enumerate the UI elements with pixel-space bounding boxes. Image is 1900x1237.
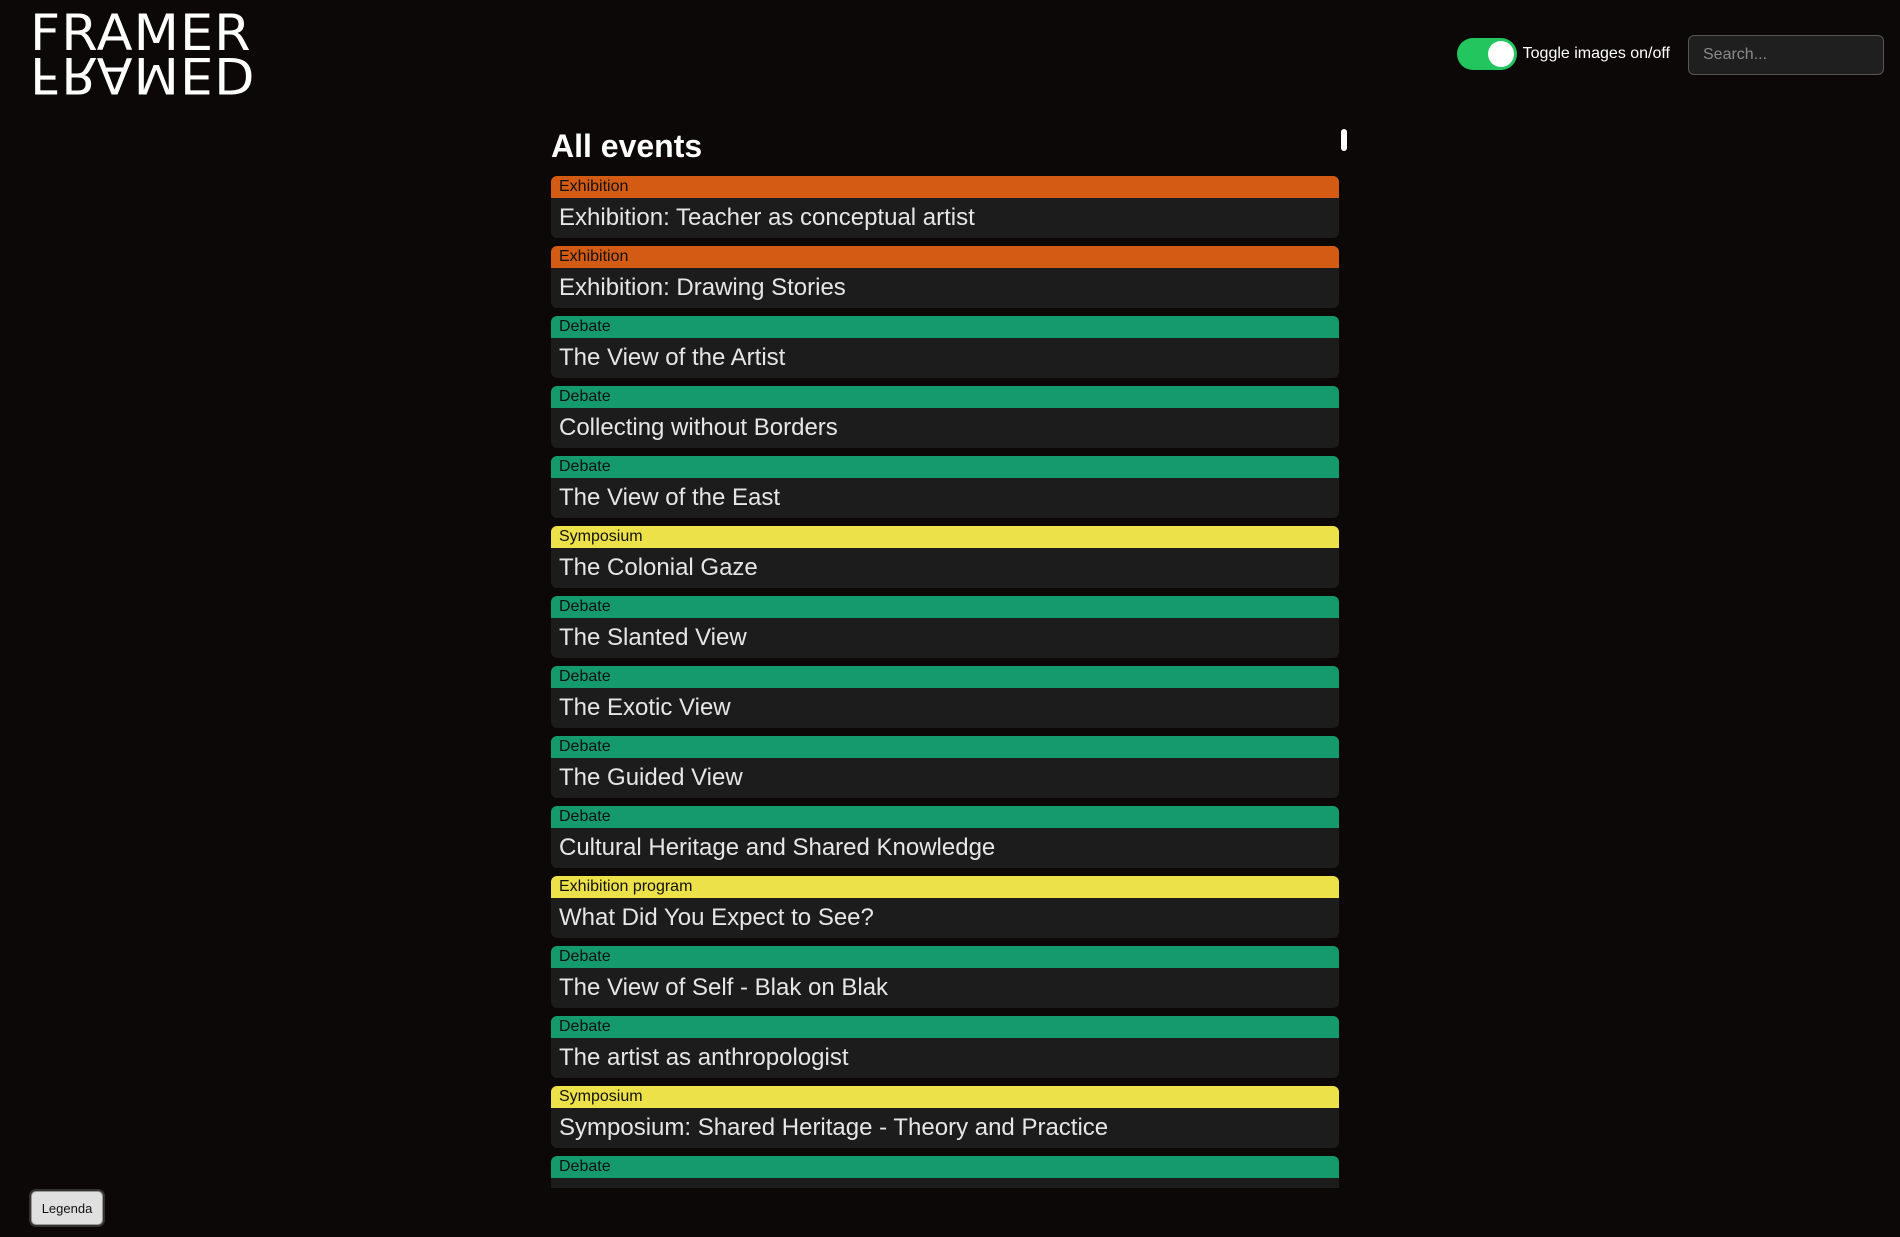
event-category-label: Debate [551,456,1339,478]
event-title: Exhibition: Teacher as conceptual artist [559,204,975,231]
event-item[interactable]: Debate The Guided View [551,736,1339,798]
event-item[interactable]: Debate [551,1156,1339,1188]
scrollbar-thumb[interactable] [1341,129,1347,151]
toggle-images-label: Toggle images on/off [1522,45,1670,62]
event-item[interactable]: Exhibition Exhibition: Drawing Stories [551,246,1339,308]
event-item[interactable]: Exhibition program What Did You Expect to… [551,876,1339,938]
event-item[interactable]: Symposium Symposium: Shared Heritage - Th… [551,1086,1339,1148]
event-item[interactable]: Debate Collecting without Borders [551,386,1339,448]
events-panel: All events Exhibition Exhibition: Teacher… [551,120,1341,1188]
event-category-label: Debate [551,806,1339,828]
event-item[interactable]: Debate The View of Self - Blak on Blak [551,946,1339,1008]
event-category-label: Debate [551,386,1339,408]
legenda-button[interactable]: Legenda [31,1191,103,1225]
page-title: All events [551,128,703,164]
event-category-label: Symposium [551,1086,1339,1108]
event-category-label: Debate [551,666,1339,688]
event-category-label: Exhibition program [551,876,1339,898]
event-category-label: Exhibition [551,176,1339,198]
event-item[interactable]: Debate The artist as anthropologist [551,1016,1339,1078]
event-category-label: Debate [551,1156,1339,1178]
logo-text-framed-mirrored: FRAMED [30,46,256,104]
image-toggle-group: Toggle images on/off [1456,38,1670,70]
event-item[interactable]: Exhibition Exhibition: Teacher as concept… [551,176,1339,238]
event-title: Exhibition: Drawing Stories [559,274,846,301]
event-title: The View of the Artist [559,344,786,371]
event-title: The Guided View [559,764,743,791]
event-title [551,1178,1339,1188]
event-item[interactable]: Debate The Slanted View [551,596,1339,658]
toggle-knob [1487,41,1514,67]
event-title: The View of the East [559,484,781,511]
event-title: Cultural Heritage and Shared Knowledge [559,834,996,861]
event-item[interactable]: Debate The Exotic View [551,666,1339,728]
event-title: The Slanted View [559,624,747,651]
search-input[interactable] [1688,35,1884,75]
event-title: What Did You Expect to See? [559,904,874,931]
images-toggle-switch[interactable] [1456,38,1517,70]
event-category-label: Debate [551,1016,1339,1038]
event-category-label: Debate [551,736,1339,758]
event-title: The Exotic View [559,694,731,721]
event-title: Symposium: Shared Heritage - Theory and … [559,1114,1109,1141]
event-item[interactable]: Debate The View of the East [551,456,1339,518]
event-item[interactable]: Debate The View of the Artist [551,316,1339,378]
event-category-label: Exhibition [551,246,1339,268]
event-title: The Colonial Gaze [559,554,758,581]
event-item[interactable]: Symposium The Colonial Gaze [551,526,1339,588]
event-title: Collecting without Borders [559,414,838,441]
event-category-label: Debate [551,946,1339,968]
event-list: Exhibition Exhibition: Teacher as concept… [551,176,1341,1188]
event-category-label: Debate [551,596,1339,618]
event-item[interactable]: Debate Cultural Heritage and Shared Knowl… [551,806,1339,868]
event-title: The View of Self - Blak on Blak [559,974,889,1001]
event-category-label: Symposium [551,526,1339,548]
framer-framed-logo[interactable]: FRAMER FRAMED [30,8,256,104]
event-title: The artist as anthropologist [559,1044,849,1071]
event-category-label: Debate [551,316,1339,338]
